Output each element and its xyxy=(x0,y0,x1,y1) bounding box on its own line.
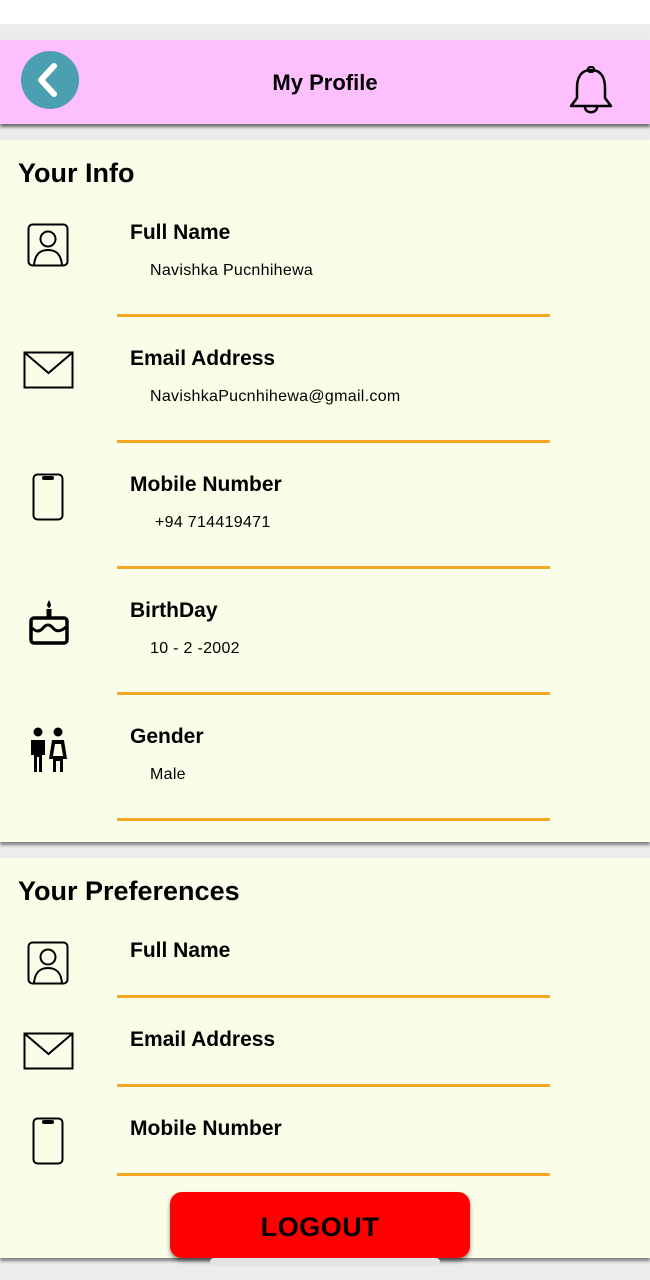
divider xyxy=(117,818,550,821)
page-title: My Profile xyxy=(272,70,378,95)
field-label: Full Name xyxy=(130,221,231,244)
field-label: Mobile Number xyxy=(130,473,282,496)
divider xyxy=(117,314,550,317)
your-info-card: Your Info Full Name Navishka Pucnhihewa … xyxy=(0,140,650,842)
field-value: Male xyxy=(150,766,186,783)
home-indicator xyxy=(210,1258,440,1266)
bell-icon[interactable] xyxy=(566,66,616,118)
field-value: Navishka Pucnhihewa xyxy=(150,262,314,279)
divider xyxy=(117,692,550,695)
status-bar-area xyxy=(0,0,650,24)
divider xyxy=(117,566,550,569)
field-value: +94 714419471 xyxy=(155,514,271,531)
field-label: Full Name xyxy=(130,939,231,962)
mail-icon xyxy=(23,351,74,389)
divider xyxy=(117,1173,550,1176)
field-label: Gender xyxy=(130,725,204,748)
field-label: Mobile Number xyxy=(130,1117,282,1140)
divider xyxy=(117,1084,550,1087)
app-header: My Profile xyxy=(0,40,650,124)
phone-icon xyxy=(32,1117,64,1165)
gender-icon xyxy=(31,727,67,772)
logout-button[interactable]: LOGOUT xyxy=(170,1192,470,1258)
field-value: 10 - 2 -2002 xyxy=(150,640,240,657)
field-label: Email Address xyxy=(130,1028,276,1051)
section-title-preferences: Your Preferences xyxy=(18,876,240,906)
cake-icon xyxy=(29,600,69,645)
user-icon xyxy=(27,223,69,267)
field-label: BirthDay xyxy=(130,599,218,622)
user-icon xyxy=(27,941,69,985)
divider xyxy=(117,995,550,998)
phone-icon xyxy=(32,473,64,521)
field-value: NavishkaPucnhihewa@gmail.com xyxy=(150,388,401,405)
field-label: Email Address xyxy=(130,347,276,370)
divider xyxy=(117,440,550,443)
mail-icon xyxy=(23,1032,74,1070)
section-title-info: Your Info xyxy=(18,158,135,188)
